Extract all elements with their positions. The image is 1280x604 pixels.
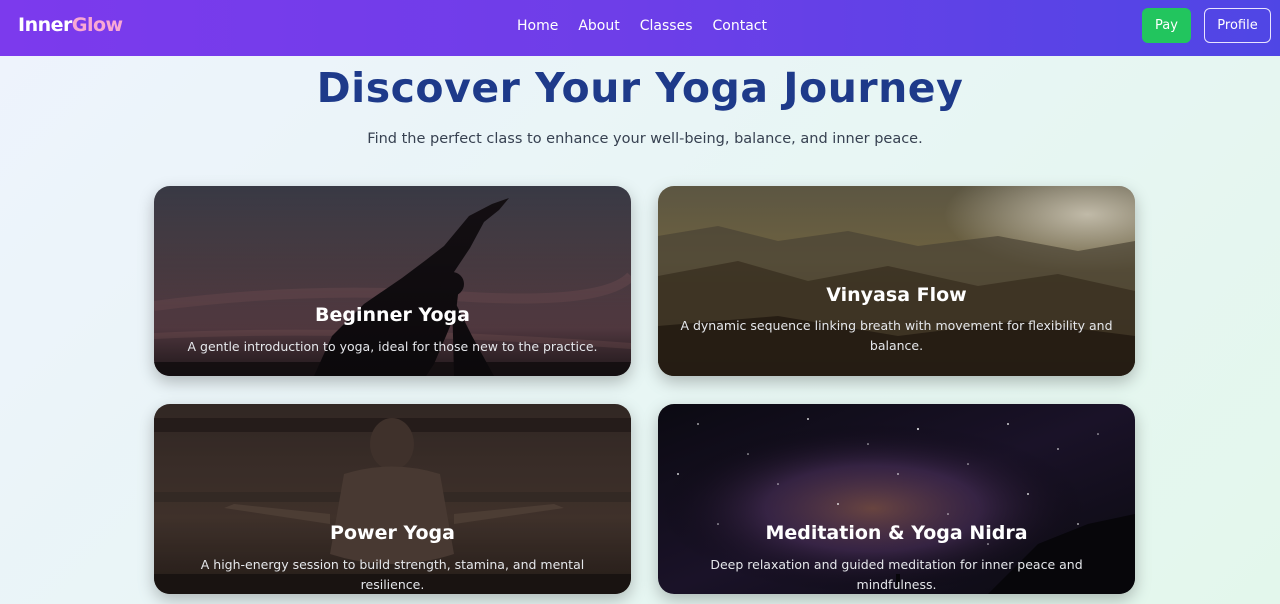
class-card-description: A gentle introduction to yoga, ideal for…: [187, 339, 598, 354]
brand-logo-part1: Inner: [18, 14, 72, 36]
class-card-title: Meditation & Yoga Nidra: [765, 522, 1028, 544]
profile-button[interactable]: Profile: [1204, 8, 1271, 43]
class-card-power-yoga[interactable]: Power Yoga A high-energy session to buil…: [154, 404, 631, 594]
class-card-title: Beginner Yoga: [315, 304, 470, 326]
navbar: InnerGlow Home About Classes Contact Pay…: [0, 0, 1280, 56]
nav-link-home[interactable]: Home: [517, 18, 558, 34]
class-card-vinyasa-flow[interactable]: Vinyasa Flow A dynamic sequence linking …: [658, 186, 1135, 376]
pay-button[interactable]: Pay: [1142, 8, 1191, 43]
nav-links: Home About Classes Contact: [517, 18, 787, 34]
brand-logo[interactable]: InnerGlow: [18, 14, 123, 36]
class-card-title: Power Yoga: [330, 522, 455, 544]
class-card-meditation-yoga-nidra[interactable]: Meditation & Yoga Nidra Deep relaxation …: [658, 404, 1135, 594]
nav-link-about[interactable]: About: [578, 18, 619, 34]
nav-link-contact[interactable]: Contact: [713, 18, 767, 34]
class-card-description: A dynamic sequence linking breath with m…: [680, 318, 1113, 353]
class-card-description: A high-energy session to build strength,…: [200, 557, 585, 592]
class-card-title: Vinyasa Flow: [826, 284, 967, 306]
nav-link-classes[interactable]: Classes: [640, 18, 693, 34]
class-card-description: Deep relaxation and guided meditation fo…: [710, 557, 1083, 592]
page-title: Discover Your Yoga Journey: [316, 64, 964, 112]
brand-logo-part2: Glow: [71, 14, 123, 36]
page-subtitle: Find the perfect class to enhance your w…: [367, 131, 923, 147]
class-card-beginner-yoga[interactable]: Beginner Yoga A gentle introduction to y…: [154, 186, 631, 376]
